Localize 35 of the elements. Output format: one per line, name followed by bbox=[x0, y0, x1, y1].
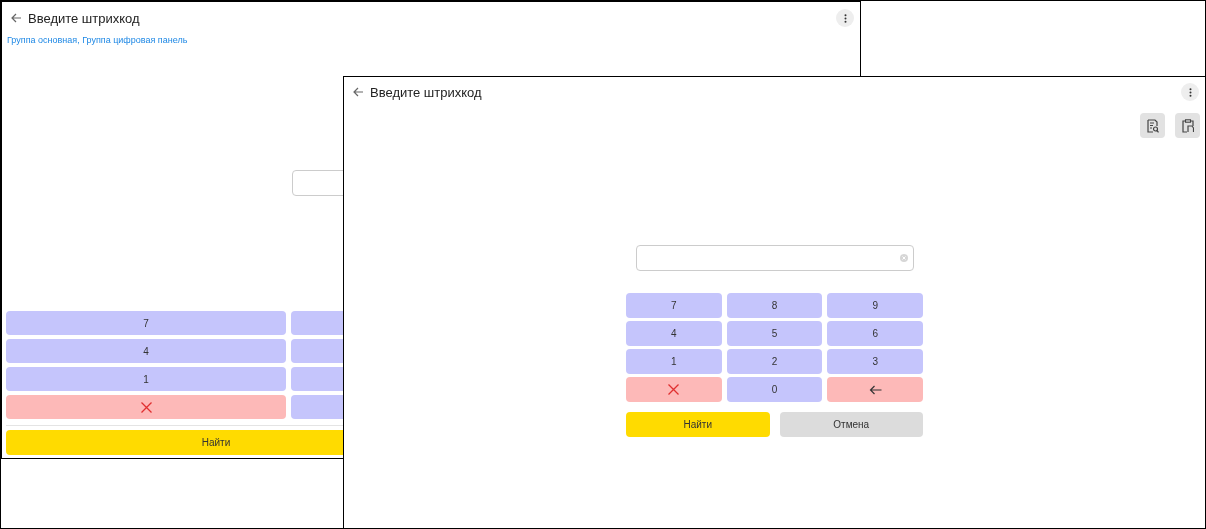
more-icon bbox=[1188, 87, 1192, 97]
window-title: Введите штрихкод bbox=[28, 10, 141, 26]
back-button[interactable] bbox=[352, 85, 365, 99]
toolbar-button[interactable] bbox=[1140, 113, 1165, 138]
keypad-key[interactable]: 5 bbox=[726, 321, 823, 346]
cancel-button[interactable]: Отмена bbox=[779, 412, 923, 437]
back-arrow-icon bbox=[353, 87, 364, 97]
keypad-key[interactable]: 7 bbox=[6, 311, 286, 335]
keypad-key[interactable]: 8 bbox=[726, 293, 823, 318]
keypad-key[interactable]: 4 bbox=[626, 321, 722, 346]
keypad-key[interactable]: 1 bbox=[626, 349, 722, 374]
keypad-key[interactable]: 1 bbox=[6, 367, 286, 391]
cross-icon bbox=[668, 384, 680, 395]
keypad-key[interactable]: 6 bbox=[827, 321, 923, 346]
keypad-key[interactable]: 9 bbox=[827, 293, 923, 318]
keypad-key[interactable]: 2 bbox=[726, 349, 823, 374]
keypad-key[interactable]: 0 bbox=[726, 377, 823, 402]
document-search-icon bbox=[1146, 118, 1159, 133]
find-button[interactable]: Найти bbox=[626, 412, 770, 437]
more-button[interactable] bbox=[1181, 83, 1199, 101]
group-link[interactable]: Группа основная, Группа цифровая панель bbox=[7, 35, 188, 45]
window-title: Введите штрихкод bbox=[370, 84, 483, 100]
clipboard-icon bbox=[1181, 118, 1194, 133]
keypad-key[interactable]: 7 bbox=[626, 293, 722, 318]
keypad-key[interactable]: 3 bbox=[827, 349, 923, 374]
barcode-field[interactable] bbox=[635, 245, 914, 271]
keypad-key[interactable]: 4 bbox=[6, 339, 286, 363]
back-arrow-icon bbox=[11, 13, 22, 23]
back-button[interactable] bbox=[10, 11, 23, 25]
more-button[interactable] bbox=[836, 9, 854, 27]
more-icon bbox=[843, 13, 847, 23]
left-arrow-icon bbox=[868, 384, 882, 395]
cross-icon bbox=[140, 401, 152, 413]
toolbar-button[interactable] bbox=[1175, 113, 1200, 138]
clear-key[interactable] bbox=[626, 377, 722, 402]
